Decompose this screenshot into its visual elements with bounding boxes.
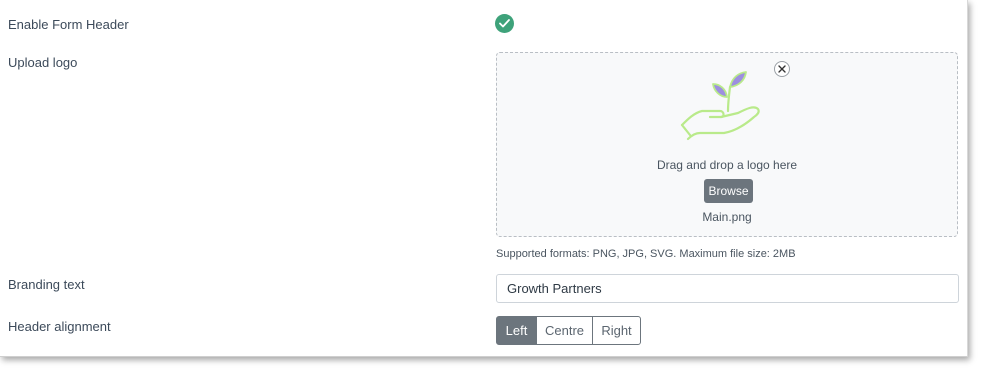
plant-in-hand-icon bbox=[680, 71, 760, 141]
enable-form-header-toggle[interactable] bbox=[495, 14, 514, 33]
align-left-button[interactable]: Left bbox=[496, 316, 537, 345]
checkmark-icon bbox=[499, 19, 510, 28]
close-icon bbox=[778, 65, 786, 73]
form-header-settings-panel: Enable Form Header Upload logo Drag and … bbox=[0, 0, 968, 357]
upload-format-hint: Supported formats: PNG, JPG, SVG. Maximu… bbox=[496, 248, 796, 260]
enable-form-header-label: Enable Form Header bbox=[8, 17, 129, 32]
upload-logo-label: Upload logo bbox=[8, 55, 78, 70]
header-alignment-group: Left Centre Right bbox=[496, 316, 641, 345]
branding-text-label: Branding text bbox=[8, 277, 85, 292]
align-right-button[interactable]: Right bbox=[592, 316, 641, 345]
header-alignment-label: Header alignment bbox=[8, 319, 111, 334]
remove-logo-button[interactable] bbox=[774, 61, 790, 77]
uploaded-file-name: Main.png bbox=[702, 210, 752, 224]
branding-text-input[interactable] bbox=[496, 274, 959, 303]
browse-button[interactable]: Browse bbox=[704, 179, 753, 203]
align-centre-button[interactable]: Centre bbox=[536, 316, 593, 345]
drop-instructions: Drag and drop a logo here bbox=[656, 158, 798, 172]
logo-dropzone[interactable]: Drag and drop a logo here Browse Main.pn… bbox=[496, 52, 958, 237]
